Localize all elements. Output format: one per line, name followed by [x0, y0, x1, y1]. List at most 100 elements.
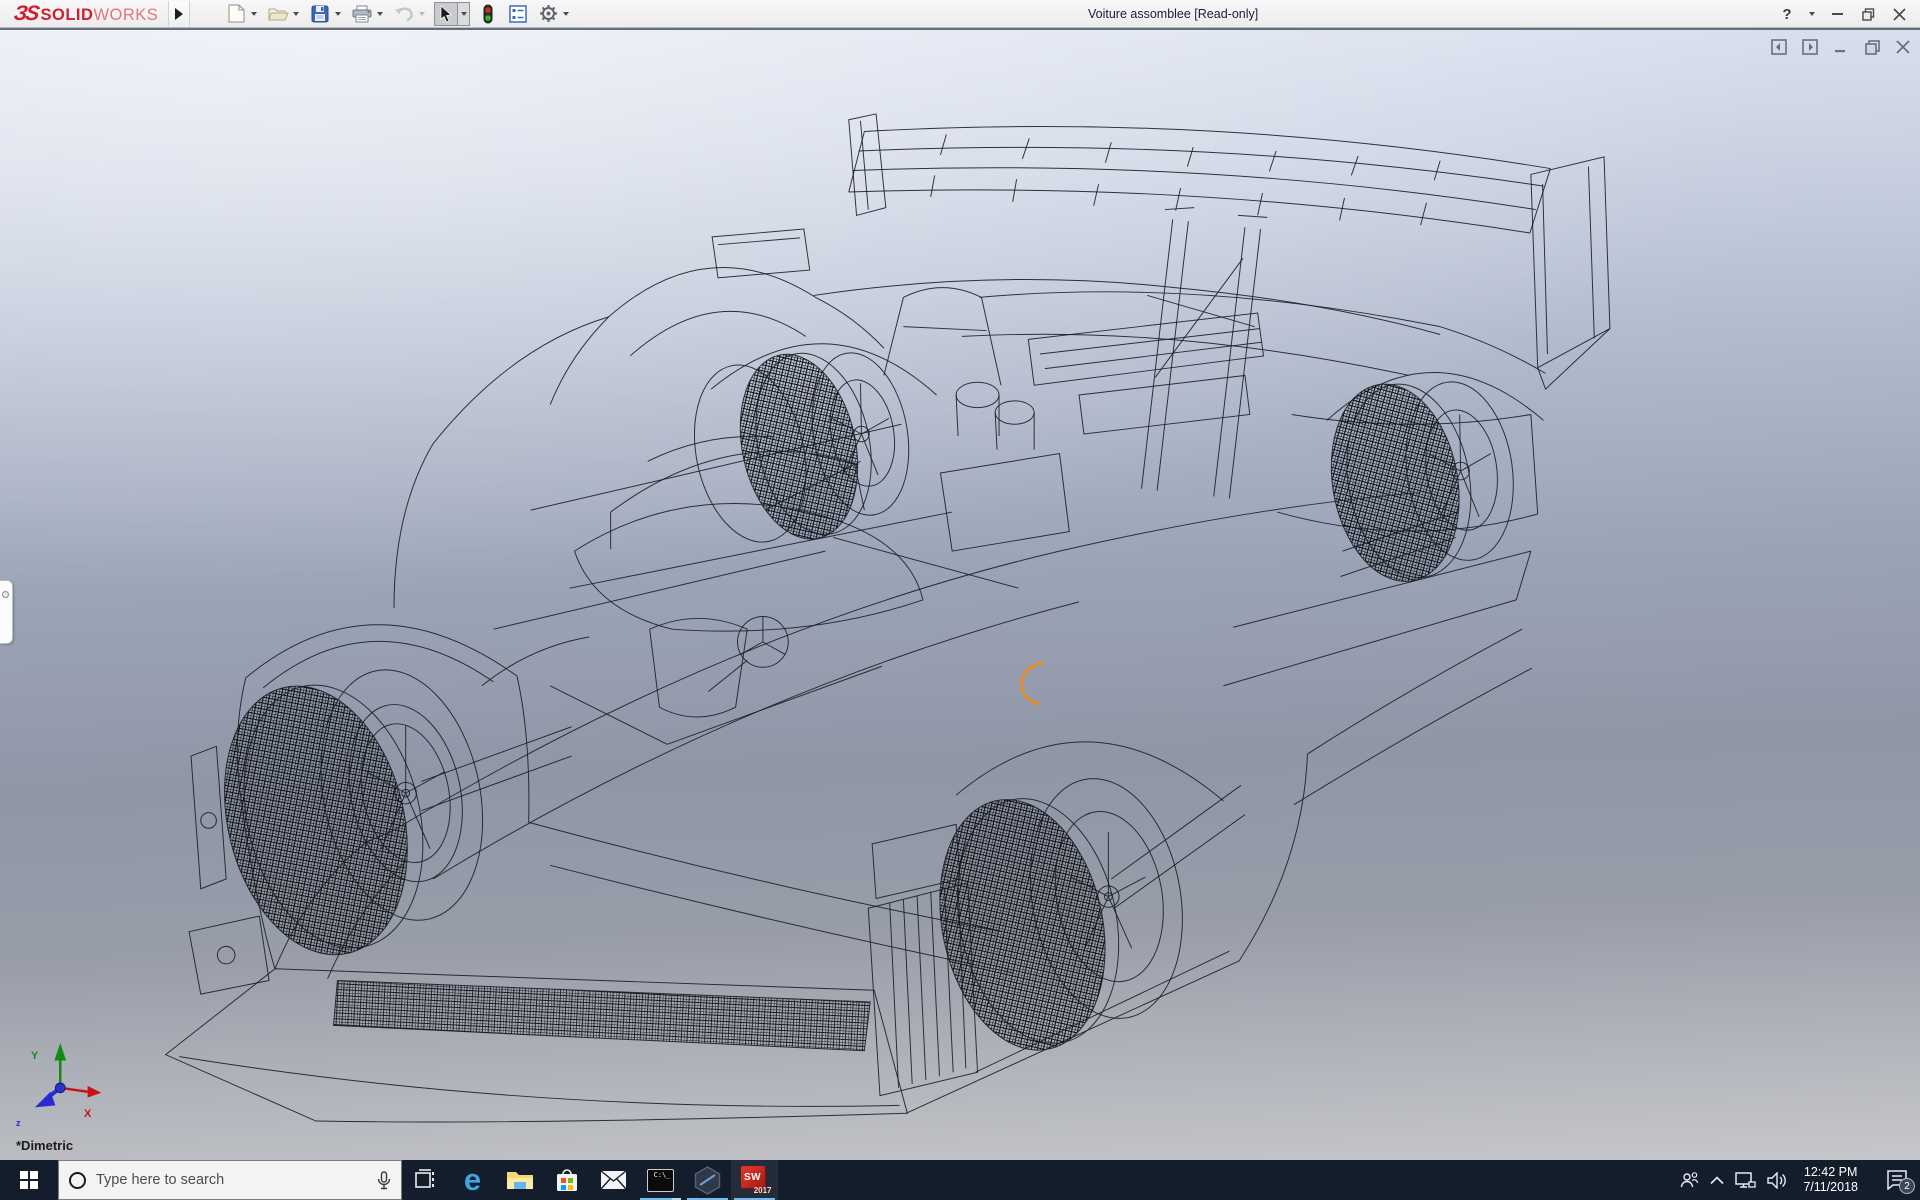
solidworks-2017-icon: SW 2017 — [740, 1166, 770, 1194]
document-window-controls — [1770, 38, 1912, 56]
menu-flyout-button[interactable] — [168, 1, 190, 27]
chevron-up-icon — [1710, 1176, 1724, 1185]
restore-icon — [1865, 40, 1880, 55]
feature-manager-collapsed-tab[interactable] — [0, 580, 13, 644]
speaker-icon — [1767, 1172, 1787, 1189]
save-button[interactable] — [308, 2, 332, 26]
help-dropdown[interactable] — [1807, 1, 1817, 27]
people-icon — [1679, 1171, 1699, 1189]
mail-button[interactable] — [590, 1160, 637, 1200]
print-button[interactable] — [350, 2, 374, 26]
taskbar-search[interactable] — [58, 1160, 402, 1200]
tray-overflow-button[interactable] — [1710, 1176, 1724, 1185]
caret-down-icon — [1809, 12, 1815, 16]
microsoft-store-button[interactable] — [543, 1160, 590, 1200]
hexagon-app-icon — [694, 1166, 721, 1195]
task-view-button[interactable] — [402, 1160, 449, 1200]
windows-taskbar: e C:\_ SW 2017 — [0, 1160, 1920, 1200]
pane-next-button[interactable] — [1801, 38, 1819, 56]
display-pane-icon — [509, 5, 527, 23]
start-button[interactable] — [0, 1160, 58, 1200]
search-input[interactable] — [96, 1172, 367, 1188]
command-prompt-button[interactable]: C:\_ — [637, 1160, 684, 1200]
caret-down-icon — [419, 12, 425, 16]
open-dropdown[interactable] — [290, 2, 302, 26]
taskbar-apps: e C:\_ SW 2017 — [402, 1160, 778, 1200]
network-button[interactable] — [1735, 1172, 1756, 1189]
new-document-icon — [228, 4, 245, 23]
print-dropdown[interactable] — [374, 2, 386, 26]
hexagon-cad-app-button[interactable] — [684, 1160, 731, 1200]
select-tool-dropdown[interactable] — [458, 2, 470, 26]
window-controls: ? — [1776, 0, 1910, 28]
caret-down-icon — [377, 12, 383, 16]
cursor-arrow-icon — [439, 5, 454, 23]
clock-date: 7/11/2018 — [1803, 1180, 1858, 1195]
save-floppy-icon — [311, 5, 329, 23]
solidworks-logo: ЗS SOLID WORKS — [0, 2, 158, 26]
pane-previous-button[interactable] — [1770, 38, 1788, 56]
document-close-button[interactable] — [1894, 38, 1912, 56]
taskbar-clock[interactable]: 12:42 PM 7/11/2018 — [1803, 1165, 1858, 1195]
help-button[interactable]: ? — [1776, 1, 1798, 27]
solidworks-2017-button[interactable]: SW 2017 — [731, 1160, 778, 1200]
minimize-button[interactable] — [1826, 1, 1848, 27]
notification-badge: 2 — [1899, 1178, 1915, 1194]
caret-down-icon — [461, 12, 467, 16]
titlebar: ЗS SOLID WORKS — [0, 0, 1920, 28]
document-minimize-button[interactable] — [1832, 38, 1850, 56]
traffic-light-icon — [482, 4, 494, 24]
microphone-icon[interactable] — [377, 1171, 391, 1190]
axis-z-label: z — [16, 1118, 21, 1128]
volume-button[interactable] — [1767, 1172, 1787, 1189]
restore-button[interactable] — [1857, 1, 1879, 27]
orientation-triad[interactable] — [35, 1043, 101, 1107]
save-dropdown[interactable] — [332, 2, 344, 26]
file-explorer-button[interactable] — [496, 1160, 543, 1200]
brand-solid: SOLID — [41, 6, 94, 25]
open-folder-icon — [268, 5, 289, 22]
edge-icon: e — [464, 1166, 481, 1194]
undo-dropdown[interactable] — [416, 2, 428, 26]
minimize-icon — [1834, 40, 1848, 54]
car-wireframe-lines[interactable] — [166, 114, 1610, 1122]
caret-down-icon — [293, 12, 299, 16]
minimize-icon — [1832, 13, 1843, 15]
select-tool-button[interactable] — [434, 2, 458, 26]
open-button[interactable] — [266, 2, 290, 26]
gear-icon — [539, 4, 558, 23]
options-dropdown[interactable] — [560, 2, 572, 26]
flyout-arrow-icon — [175, 8, 183, 20]
document-restore-button[interactable] — [1863, 38, 1881, 56]
ethernet-network-icon — [1735, 1172, 1756, 1189]
graphics-viewport[interactable]: Y X z *Dimetric — [0, 28, 1920, 1160]
display-pane-button[interactable] — [506, 2, 530, 26]
people-button[interactable] — [1679, 1171, 1699, 1189]
pane-left-icon — [1771, 39, 1787, 55]
close-icon — [1896, 40, 1910, 54]
system-tray: 12:42 PM 7/11/2018 2 — [1679, 1160, 1920, 1200]
solidworks-window: ЗS SOLID WORKS — [0, 0, 1920, 1200]
new-document-dropdown[interactable] — [248, 2, 260, 26]
undo-button[interactable] — [392, 2, 416, 26]
close-icon — [1893, 8, 1906, 21]
edge-browser-button[interactable]: e — [449, 1160, 496, 1200]
interference-detection-button[interactable] — [476, 2, 500, 26]
undo-arrow-icon — [394, 6, 414, 22]
car-wireframe-model[interactable] — [0, 30, 1920, 1160]
file-explorer-icon — [506, 1169, 534, 1192]
brand-works: WORKS — [93, 6, 158, 25]
cortana-icon — [69, 1172, 86, 1189]
view-orientation-label: *Dimetric — [16, 1138, 73, 1153]
new-document-button[interactable] — [224, 2, 248, 26]
options-button[interactable] — [536, 2, 560, 26]
pane-right-icon — [1802, 39, 1818, 55]
windows-logo-icon — [20, 1171, 38, 1189]
store-icon — [555, 1168, 579, 1193]
solidworks-logo-glyph: ЗS — [12, 2, 39, 26]
axis-y-label: Y — [31, 1050, 38, 1062]
caret-down-icon — [251, 12, 257, 16]
close-button[interactable] — [1888, 1, 1910, 27]
restore-icon — [1862, 8, 1875, 21]
selected-edge-highlight[interactable] — [1021, 662, 1044, 704]
